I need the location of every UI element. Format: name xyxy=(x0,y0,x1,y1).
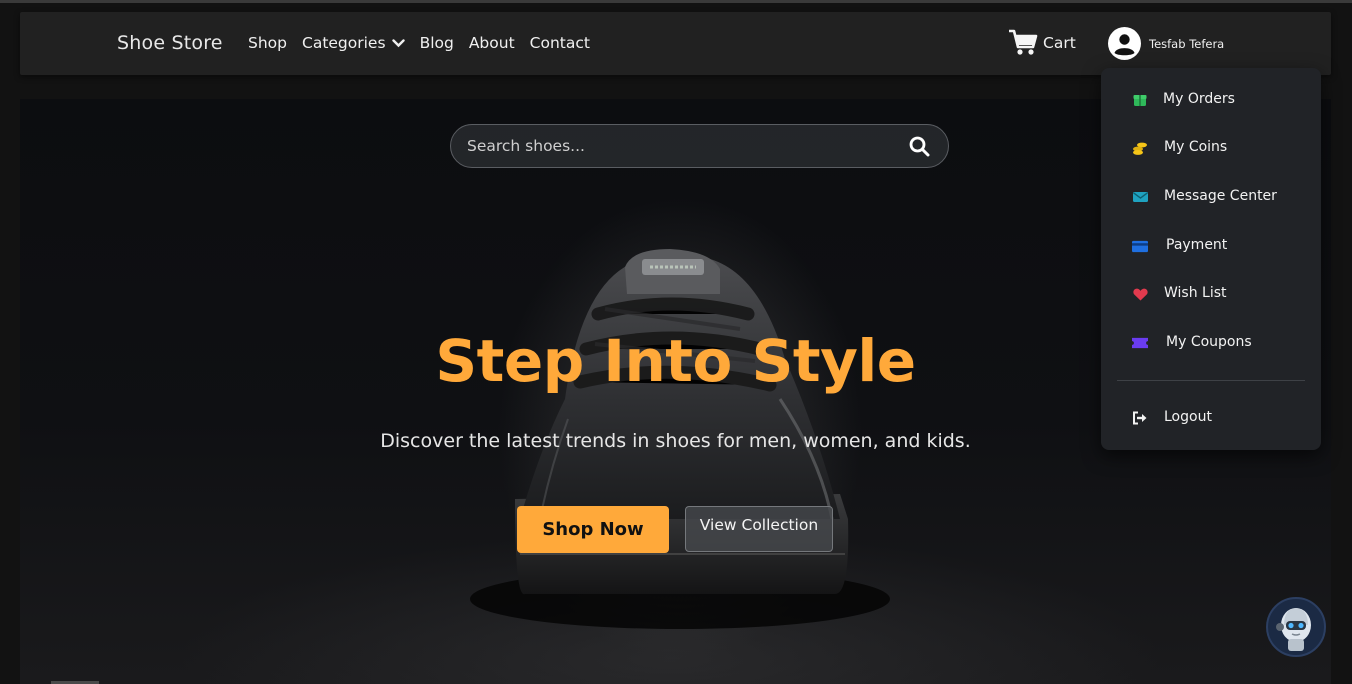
credit-card-icon xyxy=(1132,238,1148,254)
menu-item-wish-list[interactable]: Wish List xyxy=(1101,279,1321,309)
nav-about-label: About xyxy=(468,34,515,52)
chevron-down-icon xyxy=(391,38,405,48)
nav-shop[interactable]: Shop xyxy=(248,34,287,52)
window-top-border xyxy=(0,0,1352,3)
nav-categories-label: Categories xyxy=(302,34,386,52)
menu-item-my-coins[interactable]: My Coins xyxy=(1101,133,1321,163)
menu-item-logout[interactable]: Logout xyxy=(1101,403,1321,433)
search-bar xyxy=(450,124,949,168)
user-avatar-icon xyxy=(1108,27,1141,60)
logout-icon xyxy=(1132,410,1148,426)
search-input[interactable] xyxy=(467,137,909,155)
ticket-icon xyxy=(1132,335,1148,351)
cart-label: Cart xyxy=(1043,33,1076,52)
chatbot-avatar-button[interactable] xyxy=(1266,597,1326,657)
menu-item-payment[interactable]: Payment xyxy=(1101,231,1321,261)
cart-link[interactable]: Cart xyxy=(1008,29,1076,56)
menu-item-label: My Coins xyxy=(1164,139,1228,155)
nav-blog[interactable]: Blog xyxy=(420,34,454,52)
coins-icon xyxy=(1132,140,1148,156)
heart-icon xyxy=(1132,286,1148,302)
nav-contact-label: Contact xyxy=(529,34,590,52)
menu-item-label: Message Center xyxy=(1164,188,1277,204)
menu-item-message-center[interactable]: Message Center xyxy=(1101,182,1321,212)
nav-contact[interactable]: Contact xyxy=(530,34,590,52)
menu-item-label: My Orders xyxy=(1163,91,1235,107)
user-menu-toggle[interactable]: Tesfab Tefera xyxy=(1108,27,1224,60)
user-name: Tesfab Tefera xyxy=(1149,36,1225,51)
menu-item-label: Logout xyxy=(1164,409,1212,425)
menu-item-label: Payment xyxy=(1166,237,1228,253)
envelope-icon xyxy=(1132,189,1148,205)
menu-divider xyxy=(1117,380,1305,381)
nav-categories[interactable]: Categories xyxy=(302,34,405,52)
robot-icon xyxy=(1276,608,1311,651)
menu-item-label: My Coupons xyxy=(1166,334,1252,350)
user-dropdown-menu: My Orders My Coins Message Center Paymen… xyxy=(1101,68,1321,450)
cart-icon xyxy=(1008,29,1038,56)
brand-logo[interactable]: Shoe Store xyxy=(117,32,223,54)
view-collection-button[interactable]: View Collection xyxy=(685,506,833,552)
gift-icon xyxy=(1132,92,1148,108)
shop-now-button[interactable]: Shop Now xyxy=(517,506,669,553)
menu-item-my-orders[interactable]: My Orders xyxy=(1101,85,1321,115)
menu-item-my-coupons[interactable]: My Coupons xyxy=(1101,328,1321,358)
nav-shop-label: Shop xyxy=(248,34,287,52)
search-icon[interactable] xyxy=(909,136,930,157)
nav-about[interactable]: About xyxy=(469,34,515,52)
nav-blog-label: Blog xyxy=(419,34,454,52)
menu-item-label: Wish List xyxy=(1164,285,1227,301)
navbar: Shoe Store Shop Categories Blog About Co… xyxy=(20,12,1331,75)
nav-links: Shop Categories Blog About Contact xyxy=(248,34,605,52)
